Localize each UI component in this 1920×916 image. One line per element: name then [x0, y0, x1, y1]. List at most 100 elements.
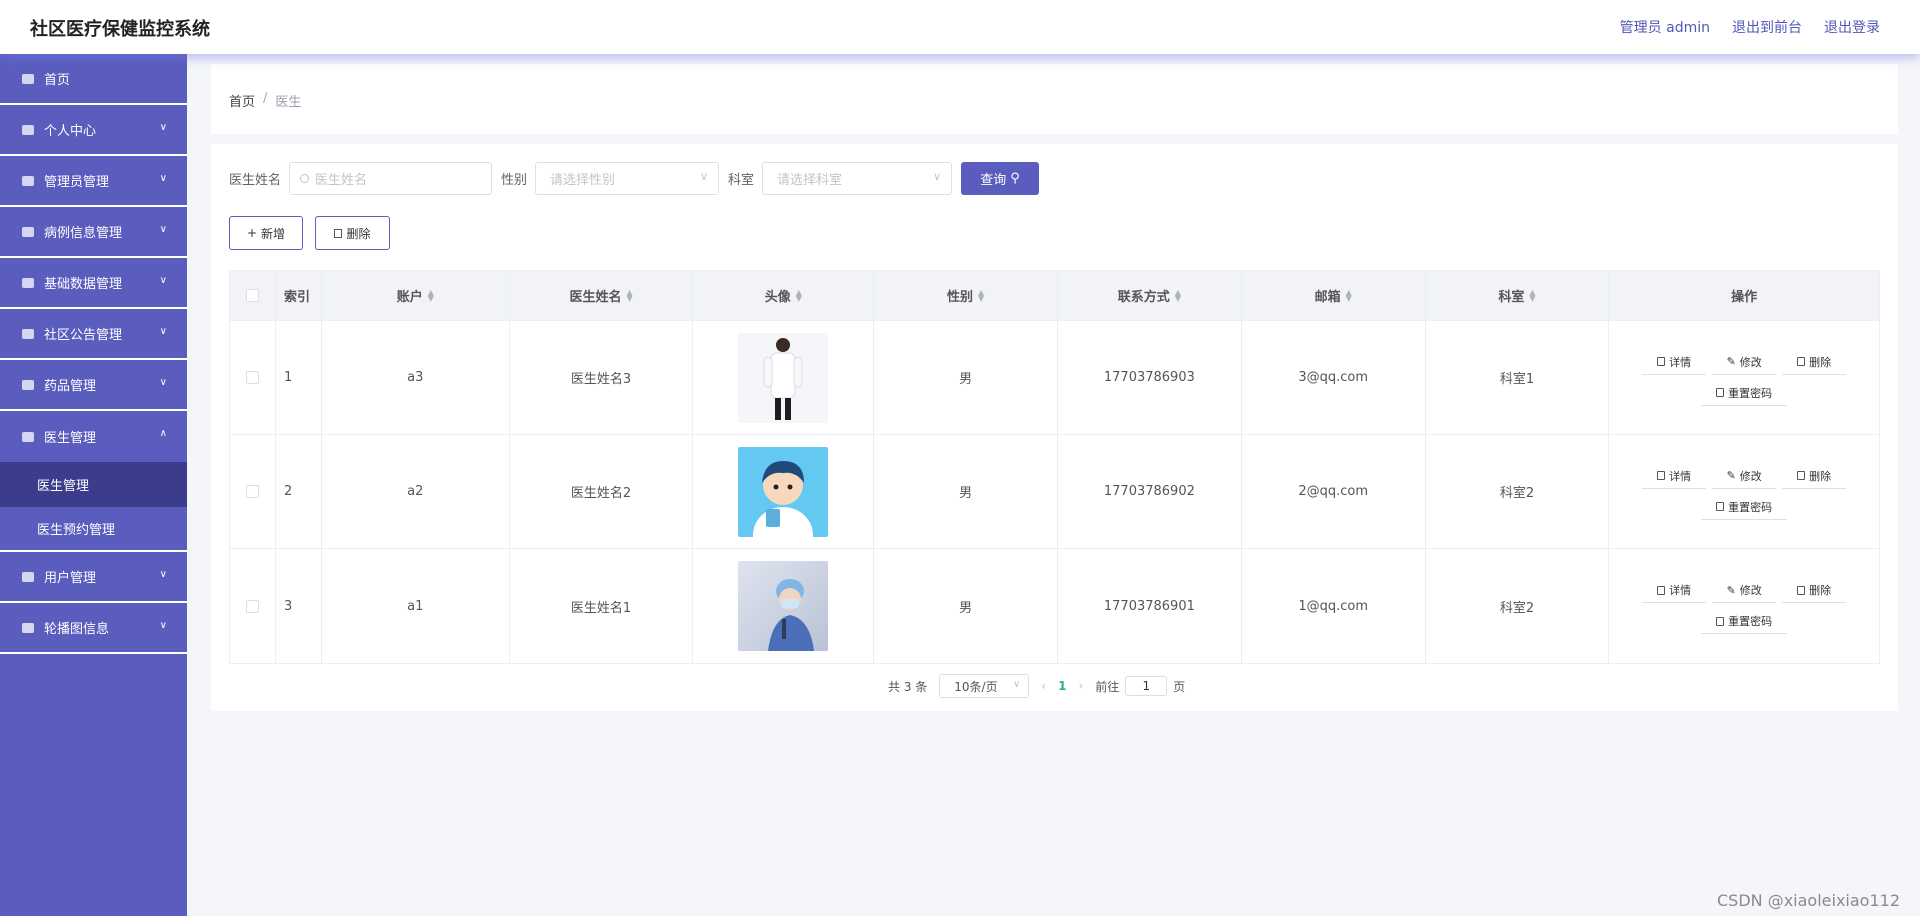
chevron-down-icon: ∨: [159, 122, 167, 133]
reset-label: 重置密码: [1728, 386, 1773, 400]
chevron-down-icon: ∨: [159, 377, 167, 388]
row-checkbox[interactable]: [245, 485, 259, 498]
detail-button[interactable]: 详情: [1642, 578, 1707, 603]
sidebar-item-admin[interactable]: 管理员管理 ∨: [0, 156, 187, 207]
row-checkbox[interactable]: [245, 599, 259, 613]
sort-icon[interactable]: ▲ ▼: [626, 288, 632, 302]
delete-label: 删除: [1809, 355, 1832, 369]
edit-button[interactable]: ✎ 修改: [1712, 463, 1777, 489]
doctor-avatar-image[interactable]: [738, 332, 829, 423]
main-panel: 医生姓名 医生姓名 性别 请选择性别 ∨ 科室 请选择科室 ∨ 查询 ⚲ + 新…: [211, 144, 1898, 711]
detail-button[interactable]: 详情: [1642, 463, 1707, 489]
sidebar-item-basedata[interactable]: 基础数据管理 ∨: [0, 258, 187, 309]
sex-placeholder: 请选择性别: [550, 173, 616, 188]
chevron-down-icon: ∨: [159, 620, 167, 631]
sidebar-subitem-appointment[interactable]: 医生预约管理: [0, 507, 187, 552]
cell-account: a3: [322, 321, 510, 434]
sidebar-subitem-doctor-manage[interactable]: 医生管理: [0, 462, 187, 507]
header-sex[interactable]: 性别 ▲ ▼: [874, 271, 1058, 320]
sidebar-item-label: 首页: [44, 73, 71, 88]
delete-button[interactable]: 删除: [1782, 463, 1847, 489]
cell-sex: 男: [874, 549, 1058, 663]
sort-icon[interactable]: ▲ ▼: [978, 288, 984, 302]
sidebar-item-carousel[interactable]: 轮播图信息 ∨: [0, 603, 187, 654]
add-button[interactable]: + 新增: [229, 216, 303, 250]
sidebar-item-users[interactable]: 用户管理 ∨: [0, 552, 187, 603]
dept-placeholder: 请选择科室: [777, 173, 843, 188]
header-name[interactable]: 医生姓名 ▲ ▼: [510, 271, 694, 320]
sex-select[interactable]: 请选择性别 ∨: [535, 162, 720, 195]
reset-password-button[interactable]: 重置密码: [1701, 609, 1788, 634]
breadcrumb-home[interactable]: 首页: [229, 91, 255, 110]
delete-button[interactable]: 删除: [1782, 349, 1847, 375]
sort-icon[interactable]: ▲ ▼: [796, 288, 802, 302]
next-page-button[interactable]: ›: [1078, 679, 1083, 693]
logout-link[interactable]: 退出登录: [1824, 17, 1880, 37]
reset-password-button[interactable]: 重置密码: [1701, 494, 1788, 520]
row-checkbox[interactable]: [245, 371, 259, 384]
trash-icon: [334, 228, 343, 238]
doctor-avatar-image[interactable]: [738, 561, 829, 651]
page-number[interactable]: 1: [1058, 679, 1066, 693]
row-checkbox-cell: [230, 321, 276, 434]
detail-button[interactable]: 详情: [1642, 349, 1707, 375]
table-row: 3 a1 医生姓名1 男 17703786901 1@qq.com 科室2 详情…: [230, 549, 1879, 663]
sidebar-item-drugs[interactable]: 药品管理 ∨: [0, 360, 187, 411]
cell-name: 医生姓名1: [510, 549, 694, 663]
sidebar: 首页 个人中心 ∨ 管理员管理 ∨ 病例信息管理 ∨ 基础数据管理 ∨ 社区公告…: [0, 54, 187, 916]
select-all-checkbox[interactable]: [245, 289, 259, 302]
header-dept[interactable]: 科室 ▲ ▼: [1426, 271, 1610, 320]
header-account[interactable]: 账户 ▲ ▼: [322, 271, 510, 320]
sidebar-item-label: 用户管理: [44, 571, 97, 586]
chevron-down-icon: ∨: [159, 326, 167, 337]
header-avatar-label: 头像: [764, 290, 791, 305]
cell-dept: 科室1: [1426, 321, 1610, 434]
sort-icon[interactable]: ▲ ▼: [1175, 288, 1181, 302]
sliders-icon: [22, 226, 34, 237]
edit-label: 修改: [1739, 584, 1762, 597]
doctor-name-input[interactable]: 医生姓名: [289, 162, 493, 195]
document-icon: [1716, 502, 1725, 511]
document-icon: [1716, 388, 1725, 397]
add-label: 新增: [261, 226, 286, 241]
goto-page-input[interactable]: 1: [1125, 676, 1168, 696]
cell-ops: 详情 ✎ 修改 删除 重置密码: [1609, 549, 1879, 663]
sort-icon[interactable]: ▲ ▼: [428, 288, 434, 302]
detail-label: 详情: [1669, 469, 1692, 483]
trash-icon: [1797, 585, 1806, 595]
cell-email: 1@qq.com: [1242, 549, 1426, 663]
header-phone-label: 联系方式: [1117, 290, 1170, 305]
prev-page-button[interactable]: ‹: [1041, 679, 1046, 693]
header-avatar[interactable]: 头像 ▲ ▼: [693, 271, 875, 320]
page-size-select[interactable]: 10条/页 ∨: [939, 674, 1030, 698]
total-count: 共 3 条: [888, 679, 928, 694]
sidebar-item-doctors[interactable]: 医生管理 ∧: [0, 411, 187, 462]
reset-password-button[interactable]: 重置密码: [1701, 380, 1788, 406]
sidebar-item-cases[interactable]: 病例信息管理 ∨: [0, 207, 187, 258]
doctor-avatar-image[interactable]: [738, 446, 829, 537]
cell-account: a1: [322, 549, 510, 663]
query-button[interactable]: 查询 ⚲: [961, 162, 1040, 195]
sidebar-item-home[interactable]: 首页: [0, 54, 187, 105]
sort-icon[interactable]: ▲ ▼: [1529, 288, 1535, 302]
header-name-label: 医生姓名: [569, 290, 622, 305]
edit-button[interactable]: ✎ 修改: [1712, 349, 1777, 375]
breadcrumb-panel: 首页 / 医生: [211, 64, 1898, 134]
sort-icon[interactable]: ▲ ▼: [1346, 288, 1352, 302]
table-header-row: 索引 账户 ▲ ▼ 医生姓名 ▲ ▼ 头像 ▲ ▼ 性别 ▲ ▼ 联系方式 ▲ ▼ 邮箱 ▲ ▼ 科室 ▲…: [230, 271, 1879, 321]
sidebar-item-label: 轮播图信息: [44, 622, 110, 637]
header-email[interactable]: 邮箱 ▲ ▼: [1242, 271, 1426, 320]
sidebar-item-personal[interactable]: 个人中心 ∨: [0, 105, 187, 156]
admin-link[interactable]: 管理员 admin: [1620, 17, 1710, 37]
pagination: 共 3 条 10条/页 ∨ ‹ 1 › 前往 1 页: [888, 674, 1185, 698]
table-row: 1 a3 医生姓名3 男 17703786903 3@qq.com 科室1 详情…: [230, 321, 1879, 435]
header-phone[interactable]: 联系方式 ▲ ▼: [1058, 271, 1242, 320]
cell-email: 2@qq.com: [1242, 435, 1426, 548]
batch-delete-button[interactable]: 删除: [315, 216, 390, 250]
cell-sex: 男: [874, 321, 1058, 434]
delete-button[interactable]: 删除: [1782, 578, 1847, 603]
edit-button[interactable]: ✎ 修改: [1712, 578, 1777, 603]
sidebar-item-notice[interactable]: 社区公告管理 ∨: [0, 309, 187, 360]
exit-to-front-link[interactable]: 退出到前台: [1732, 17, 1802, 37]
dept-select[interactable]: 请选择科室 ∨: [762, 162, 953, 195]
